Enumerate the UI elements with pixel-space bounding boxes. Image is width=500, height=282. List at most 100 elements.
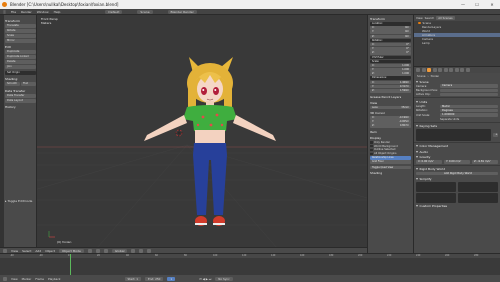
menu-window[interactable]: Window <box>37 10 49 14</box>
texture-tab-icon[interactable] <box>465 68 470 72</box>
3d-cursor[interactable] <box>175 129 183 137</box>
timeline-view-menu[interactable]: View <box>11 277 18 281</box>
close-button[interactable]: ✕ <box>485 0 499 9</box>
add-menu[interactable]: Add <box>35 249 41 253</box>
transform-orientation-selector[interactable]: Global <box>111 248 128 253</box>
scene-tab-icon[interactable] <box>427 68 431 72</box>
3d-cursor-panel-title[interactable]: 3D Cursor <box>370 111 413 115</box>
location-x-field[interactable]: X: 0m <box>370 26 411 30</box>
shading-panel-title[interactable]: Shading <box>370 171 413 175</box>
background-scene-field[interactable] <box>440 88 498 93</box>
all-object-origins-check[interactable]: All Object Origins <box>370 152 411 155</box>
lens-field[interactable]: Lens: 35mm <box>370 105 411 109</box>
operator-panel[interactable]: ▸ Toggle Editmode <box>5 199 32 203</box>
grid-floor-toggle[interactable]: Grid Floor <box>370 160 411 164</box>
simplify-panel-header[interactable]: Simplify <box>416 177 500 181</box>
scale-z-field[interactable]: Z: 1.000 <box>370 72 411 76</box>
history-heading[interactable]: History <box>5 105 36 109</box>
keying-sets-panel-header[interactable]: Keying Sets <box>416 124 500 128</box>
location-z-field[interactable]: Z: 0m <box>370 34 411 39</box>
data-layout-button[interactable]: Data Layout <box>5 99 36 103</box>
custom-properties-panel-header[interactable]: Custom Properties <box>416 204 500 208</box>
add-rigid-body-button[interactable]: Add Rigid Body World <box>416 171 498 176</box>
outliner-display-mode[interactable]: All Scenes <box>436 16 455 20</box>
outliner-view-menu[interactable]: View <box>416 16 423 20</box>
rotation-mode-selector[interactable]: XYZ Euler <box>370 55 411 59</box>
data-tab-icon[interactable] <box>454 68 459 72</box>
active-clip-field[interactable] <box>440 92 498 97</box>
duplicate-linked-button[interactable]: Duplicate Linked <box>5 55 36 59</box>
current-frame-field[interactable]: 1 <box>167 276 176 281</box>
rotation-z-field[interactable]: Z: 0° <box>370 51 411 55</box>
modifiers-tab-icon[interactable] <box>449 68 453 72</box>
minimize-button[interactable]: — <box>456 0 470 9</box>
cursor-x-field[interactable]: X: -0.190m <box>370 116 411 120</box>
dimensions-x-field[interactable]: X: 1.469m <box>370 80 411 85</box>
set-origin-button[interactable]: Set Origin <box>5 71 36 75</box>
transform-panel-title[interactable]: Transform <box>370 17 413 21</box>
dimensions-z-field[interactable]: Z: 1.590m <box>370 89 411 93</box>
toggle-quad-view-button[interactable]: Toggle Quad View <box>370 165 411 170</box>
select-menu[interactable]: Select <box>22 249 31 253</box>
outliner-search-menu[interactable]: Search <box>425 16 435 20</box>
material-tab-icon[interactable] <box>460 68 464 72</box>
menu-file[interactable]: File <box>11 10 16 14</box>
display-panel-title[interactable]: Display <box>370 136 413 140</box>
maximize-button[interactable]: ☐ <box>470 0 484 9</box>
pivot-point-icon[interactable] <box>95 248 100 253</box>
scale-x-field[interactable]: X: 1.000 <box>370 63 411 68</box>
playback-controls[interactable]: ⏮ ◀ ▶ ⏭ <box>199 277 211 281</box>
render-preview-icon[interactable] <box>147 248 152 253</box>
unit-scale-field[interactable]: 1.000000 <box>440 113 498 117</box>
cursor-y-field[interactable]: Y: -0.005m <box>370 120 411 124</box>
render-engine-selector[interactable]: Blender Render <box>167 9 197 14</box>
timeline-marker-menu[interactable]: Marker <box>22 277 32 281</box>
dimensions-y-field[interactable]: Y: 0.317m <box>370 84 411 89</box>
scale-y-field[interactable]: Y: 1.000 <box>370 68 411 72</box>
rotation-y-field[interactable]: Y: 0° <box>370 47 411 51</box>
delete-button[interactable]: Delete <box>5 60 36 64</box>
length-selector[interactable]: Metric <box>440 104 498 109</box>
start-frame-field[interactable]: Start: 1 <box>124 276 141 281</box>
menu-render[interactable]: Render <box>21 10 32 14</box>
rotation-x-field[interactable]: X: 0° <box>370 42 411 47</box>
gravity-x-field[interactable]: X: 0.00 m/s² <box>416 160 442 164</box>
item-panel-title[interactable]: Item <box>370 130 413 134</box>
view-menu[interactable]: View <box>11 249 18 253</box>
layout-selector[interactable]: Default <box>105 9 123 14</box>
timeline-body[interactable] <box>0 258 500 275</box>
timeline-frame-menu[interactable]: Frame <box>35 277 44 281</box>
gravity-y-field[interactable]: Y: 0.00 m/s² <box>444 160 470 164</box>
translate-button[interactable]: Translate <box>5 24 36 28</box>
gravity-z-field[interactable]: Z: -9.81 m/s² <box>472 160 498 164</box>
units-panel-header[interactable]: Units <box>416 100 500 104</box>
mirror-button[interactable]: Mirror <box>5 39 36 43</box>
outliner-item-lamp[interactable]: Lamp <box>414 41 500 45</box>
smooth-button[interactable]: Smooth <box>5 82 20 86</box>
gravity-panel-header[interactable]: Gravity <box>416 155 500 159</box>
audio-panel-header[interactable]: Audio <box>416 150 500 154</box>
data-transfer-button[interactable]: Data Transfer <box>5 94 36 98</box>
timeline-playback-menu[interactable]: Playback <box>48 277 60 281</box>
join-button[interactable]: Join <box>5 65 36 69</box>
object-tab-icon[interactable] <box>438 68 442 72</box>
viewport-shading-icon[interactable] <box>87 248 92 253</box>
tool-shelf-tabs[interactable] <box>0 15 4 247</box>
view-panel-title[interactable]: View <box>370 101 413 105</box>
color-management-panel-header[interactable]: Color Management <box>416 144 500 148</box>
editor-type-icon[interactable] <box>3 248 7 253</box>
add-keying-set-button[interactable]: + <box>493 133 498 137</box>
object-menu[interactable]: Object <box>45 249 55 253</box>
snap-icon[interactable] <box>139 248 144 253</box>
render-layers-tab-icon[interactable] <box>421 68 426 72</box>
scene-selector[interactable]: Scene <box>137 9 153 14</box>
manipulator-icon[interactable] <box>103 248 108 253</box>
render-tab-icon[interactable] <box>416 68 420 72</box>
flat-button[interactable]: Flat <box>21 82 36 86</box>
scale-button[interactable]: Scale <box>5 34 36 38</box>
3d-viewport[interactable]: Front Persp Meters (0) foxian <box>37 15 367 248</box>
sync-mode-selector[interactable]: No Sync <box>215 276 233 281</box>
character-model[interactable] <box>144 57 276 226</box>
constraints-tab-icon[interactable] <box>443 68 448 72</box>
rotate-button[interactable]: Rotate <box>5 29 36 33</box>
